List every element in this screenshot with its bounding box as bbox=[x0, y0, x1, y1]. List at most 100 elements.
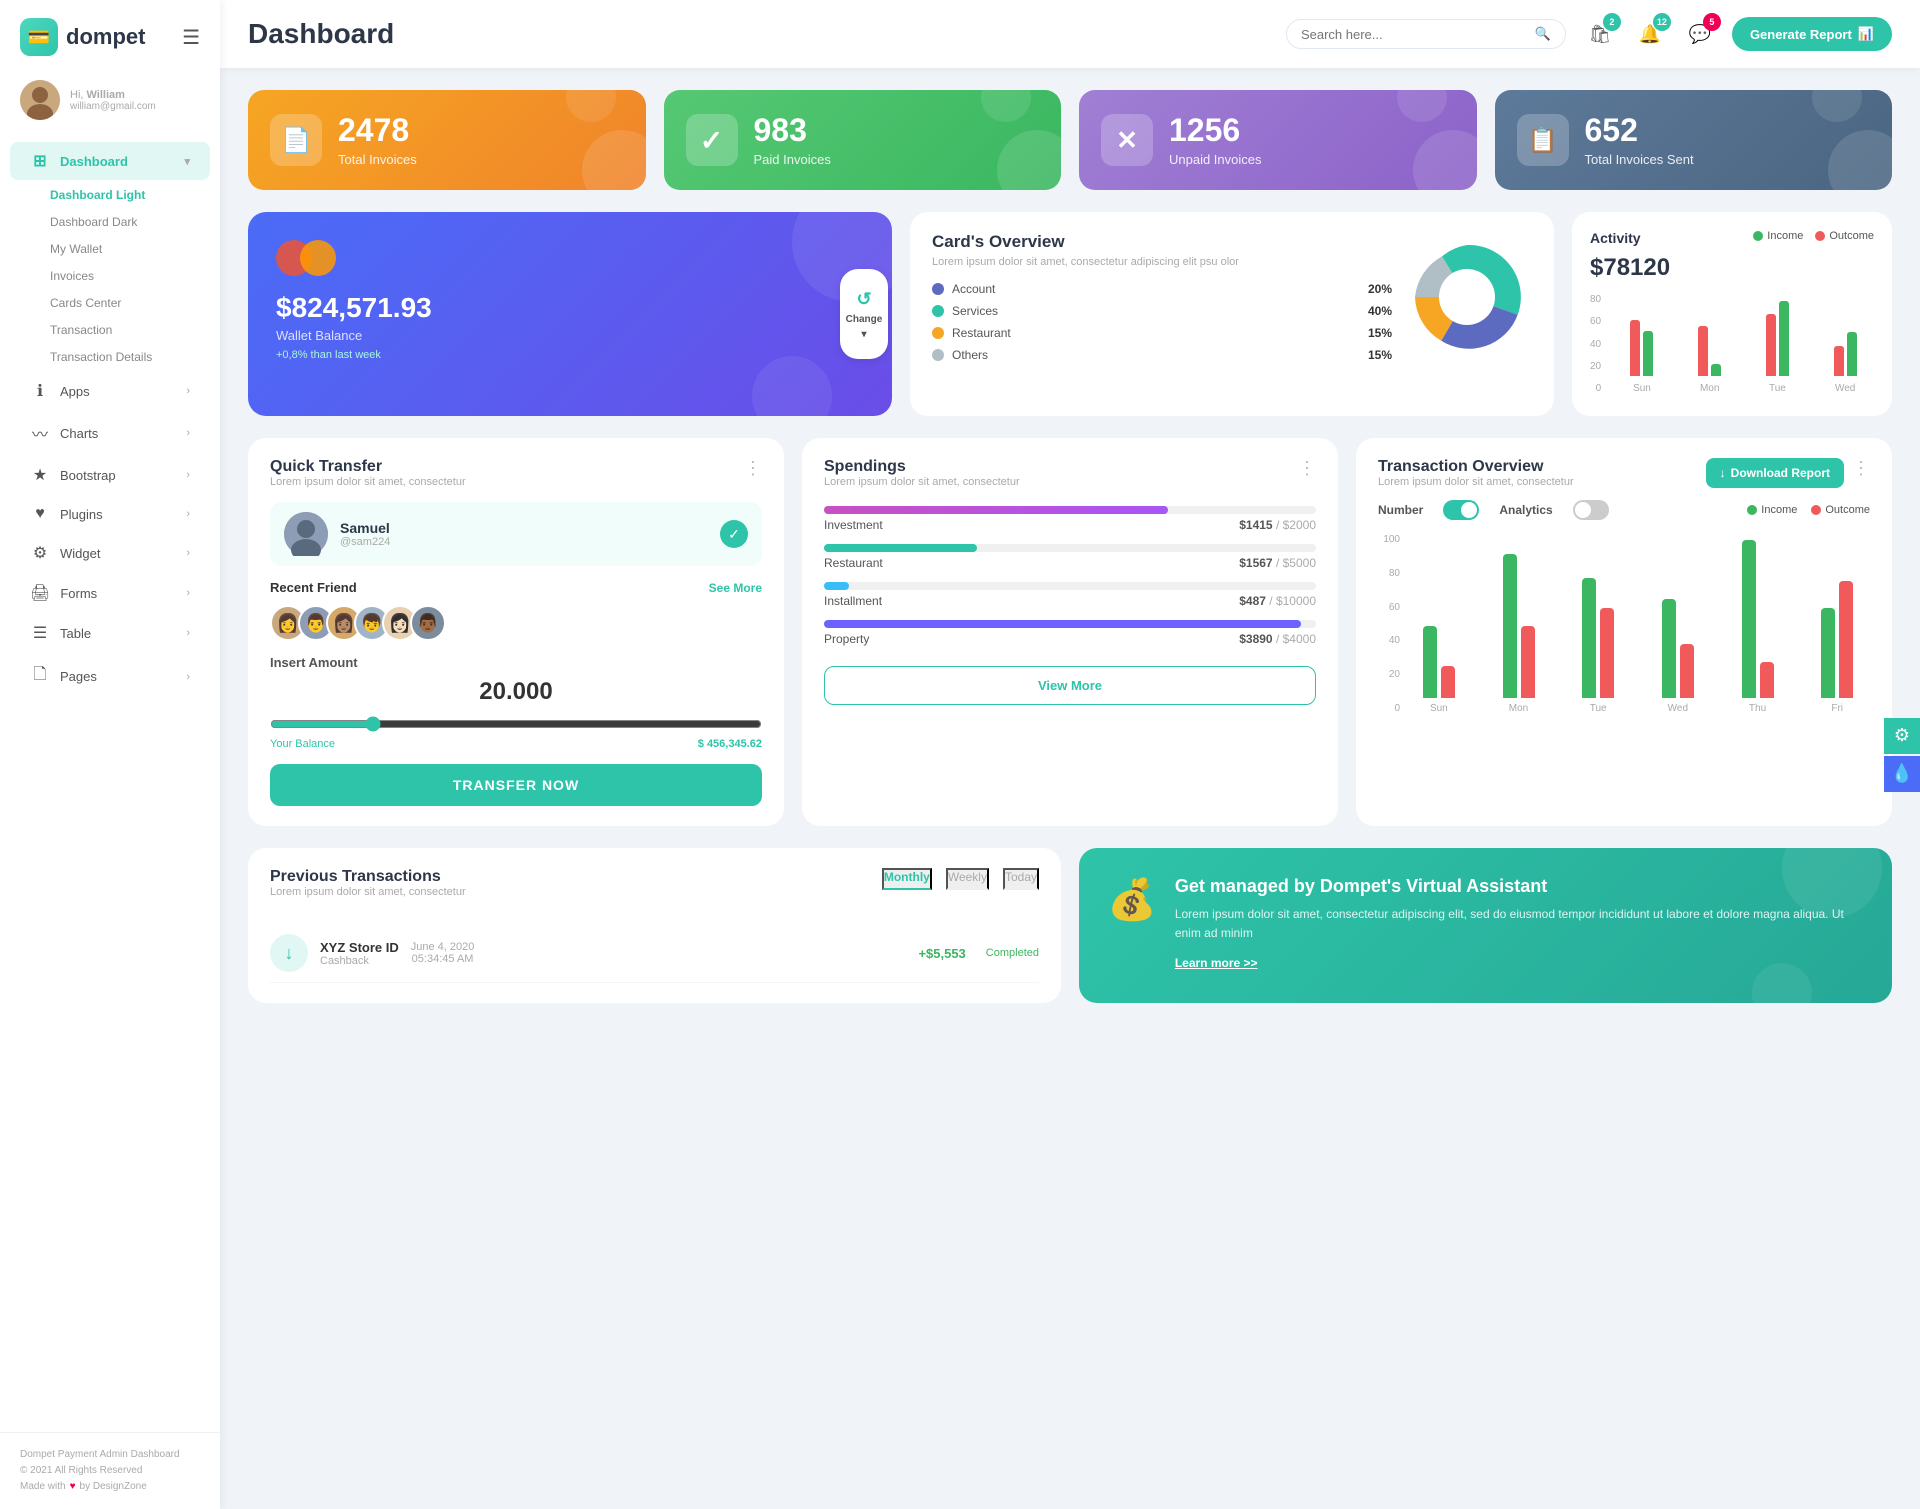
tx-bar-group-sun: Sun bbox=[1406, 626, 1472, 714]
number-toggle[interactable] bbox=[1443, 500, 1479, 520]
sidebar-item-label: Bootstrap bbox=[60, 468, 116, 483]
friend-avatars: 👩 👨 👩🏽 👦 👩🏻 👨🏾 bbox=[270, 605, 762, 641]
tab-today[interactable]: Today bbox=[1003, 868, 1039, 890]
generate-report-button[interactable]: Generate Report 📊 bbox=[1732, 17, 1892, 51]
change-label: Change bbox=[846, 314, 883, 325]
your-balance-label: Your Balance bbox=[270, 738, 335, 750]
stat-card-sent: 📋 652 Total Invoices Sent bbox=[1495, 90, 1893, 190]
mc-circle-right bbox=[300, 240, 336, 276]
outcome-bar-wed bbox=[1834, 346, 1844, 376]
tx-bar-label-thu: Thu bbox=[1749, 703, 1766, 714]
sidebar-item-pages[interactable]: 🗋 Pages › bbox=[10, 654, 210, 699]
tx-bar-label-mon: Mon bbox=[1509, 703, 1528, 714]
transfer-now-button[interactable]: TRANSFER NOW bbox=[270, 764, 762, 806]
income-bar-wed bbox=[1847, 332, 1857, 376]
amount-slider[interactable] bbox=[270, 716, 762, 732]
activity-amount: $78120 bbox=[1590, 254, 1874, 282]
tx-outcome-dot bbox=[1811, 505, 1821, 515]
apps-icon: ℹ bbox=[30, 381, 50, 401]
droplet-icon: 💧 bbox=[1891, 763, 1913, 784]
toggle-analytics-label: Analytics bbox=[1499, 503, 1552, 517]
prev-tx-title: Previous Transactions bbox=[270, 868, 882, 886]
footer-brand: Dompet Payment Admin Dashboard bbox=[20, 1447, 200, 1463]
tx-outcome-bar-tue bbox=[1600, 608, 1614, 698]
decorative-bubble bbox=[1828, 130, 1892, 190]
investment-amount: $1415 / $2000 bbox=[1239, 518, 1316, 532]
bag-button[interactable]: 🛍 2 bbox=[1582, 16, 1618, 52]
installment-label: Installment bbox=[824, 594, 882, 608]
spendings-more-options-icon[interactable]: ⋮ bbox=[1298, 458, 1316, 479]
sidebar-item-charts[interactable]: 〰 Charts › bbox=[10, 412, 210, 454]
invoice-icon: 📄 bbox=[281, 126, 311, 155]
tx-outcome-bar-fri bbox=[1839, 581, 1853, 698]
hamburger-menu[interactable]: ☰ bbox=[182, 25, 200, 50]
recent-friend-label: Recent Friend bbox=[270, 580, 357, 595]
decorative-bubble2 bbox=[981, 90, 1031, 122]
legend-item-restaurant: Restaurant 15% bbox=[932, 326, 1392, 340]
see-more-link[interactable]: See More bbox=[709, 581, 762, 595]
tx-more-options-icon[interactable]: ⋮ bbox=[1852, 458, 1870, 479]
property-label: Property bbox=[824, 632, 869, 646]
y-axis-labels: 806040200 bbox=[1590, 294, 1605, 394]
paid-icon-bg: ✓ bbox=[686, 114, 738, 166]
legend-item-services: Services 40% bbox=[932, 304, 1392, 318]
spending-item-investment: Investment $1415 / $2000 bbox=[824, 506, 1316, 532]
sidebar-subitem-transaction[interactable]: Transaction bbox=[40, 317, 220, 343]
sent-invoices-label: Total Invoices Sent bbox=[1585, 152, 1694, 167]
bell-button[interactable]: 🔔 12 bbox=[1632, 16, 1668, 52]
sidebar-item-plugins[interactable]: ♥ Plugins › bbox=[10, 496, 210, 532]
download-report-button[interactable]: ↓ Download Report bbox=[1706, 458, 1844, 488]
search-input[interactable] bbox=[1301, 27, 1527, 42]
sidebar-item-label: Apps bbox=[60, 384, 90, 399]
bar-label-wed: Wed bbox=[1835, 383, 1855, 394]
sidebar-item-widget[interactable]: ⚙ Widget › bbox=[10, 534, 210, 572]
friend-avatar-6: 👨🏾 bbox=[410, 605, 446, 641]
tab-monthly[interactable]: Monthly bbox=[882, 868, 932, 890]
sidebar-subitem-dashboard-light[interactable]: Dashboard Light bbox=[40, 182, 220, 208]
theme-side-button[interactable]: 💧 bbox=[1884, 756, 1920, 792]
sidebar-item-dashboard[interactable]: ⊞ Dashboard ▾ bbox=[10, 142, 210, 180]
sidebar-subitem-my-wallet[interactable]: My Wallet bbox=[40, 236, 220, 262]
more-options-icon[interactable]: ⋮ bbox=[744, 458, 762, 479]
dashboard-content: 📄 2478 Total Invoices ✓ 983 Paid Invoice… bbox=[220, 68, 1920, 1509]
mastercard-logo bbox=[276, 240, 804, 276]
decorative-bubble bbox=[582, 130, 646, 190]
toggle-number-label: Number bbox=[1378, 503, 1423, 517]
sidebar-item-label: Pages bbox=[60, 669, 97, 684]
chat-badge: 5 bbox=[1703, 13, 1721, 31]
transfer-user-card[interactable]: Samuel @sam224 ✓ bbox=[270, 502, 762, 566]
sidebar-item-table[interactable]: ☰ Table › bbox=[10, 614, 210, 652]
sidebar-item-bootstrap[interactable]: ★ Bootstrap › bbox=[10, 456, 210, 494]
total-invoices-number: 2478 bbox=[338, 113, 417, 148]
your-balance-value: $ 456,345.62 bbox=[698, 738, 762, 750]
view-more-button[interactable]: View More bbox=[824, 666, 1316, 705]
settings-side-button[interactable]: ⚙ bbox=[1884, 718, 1920, 754]
va-learn-more-link[interactable]: Learn more >> bbox=[1175, 956, 1258, 970]
stat-card-unpaid: ✕ 1256 Unpaid Invoices bbox=[1079, 90, 1477, 190]
tx-date: June 4, 2020 bbox=[411, 941, 475, 953]
sidebar-subitem-invoices[interactable]: Invoices bbox=[40, 263, 220, 289]
wallet-card: $824,571.93 Wallet Balance +0,8% than la… bbox=[248, 212, 892, 416]
tx-income-legend: Income bbox=[1747, 504, 1797, 516]
greeting-text: Hi, William bbox=[70, 89, 156, 101]
sidebar-item-forms[interactable]: 🖨 Forms › bbox=[10, 574, 210, 612]
chat-button[interactable]: 💬 5 bbox=[1682, 16, 1718, 52]
decorative-bubble2 bbox=[1812, 90, 1862, 122]
spending-item-installment: Installment $487 / $10000 bbox=[824, 582, 1316, 608]
co-pie-chart bbox=[1402, 232, 1532, 362]
search-bar[interactable]: 🔍 bbox=[1286, 19, 1566, 49]
tab-weekly[interactable]: Weekly bbox=[946, 868, 989, 890]
change-button[interactable]: ↺ Change ▾ bbox=[840, 269, 888, 359]
stat-info-total: 2478 Total Invoices bbox=[338, 113, 417, 167]
analytics-toggle[interactable] bbox=[1573, 500, 1609, 520]
stat-info-unpaid: 1256 Unpaid Invoices bbox=[1169, 113, 1262, 167]
recent-friend-row: Recent Friend See More bbox=[270, 580, 762, 595]
legend-pct-account: 20% bbox=[1368, 282, 1392, 296]
sidebar-subitem-transaction-details[interactable]: Transaction Details bbox=[40, 344, 220, 370]
sidebar-subitem-cards-center[interactable]: Cards Center bbox=[40, 290, 220, 316]
legend-label-account: Account bbox=[952, 282, 995, 296]
app-name: dompet bbox=[66, 24, 145, 50]
sidebar-item-apps[interactable]: ℹ Apps › bbox=[10, 372, 210, 410]
sidebar-subitem-dashboard-dark[interactable]: Dashboard Dark bbox=[40, 209, 220, 235]
decorative-bubble bbox=[1413, 130, 1477, 190]
